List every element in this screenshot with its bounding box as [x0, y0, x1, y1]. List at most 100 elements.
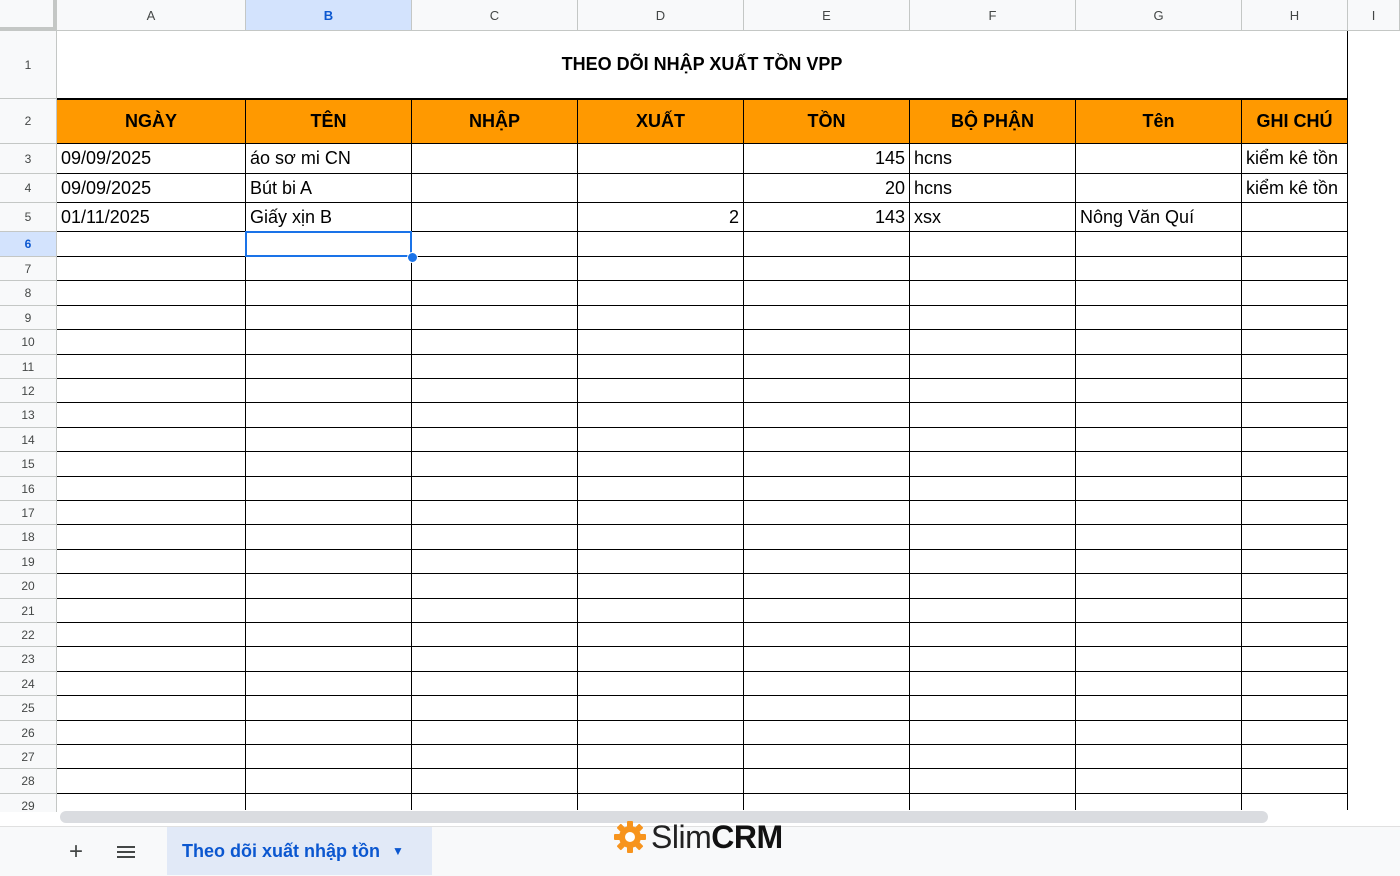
empty-cell[interactable]	[57, 355, 246, 379]
data-cell[interactable]	[1076, 174, 1242, 203]
data-cell[interactable]: 145	[744, 144, 910, 174]
empty-cell[interactable]	[744, 525, 910, 550]
spreadsheet-grid[interactable]: ABCDEFGHI 1 2 3 4 5 6 7 8 9 10 11 12 13 14 15 16 17 18 19 2…	[0, 0, 1400, 812]
header-cell[interactable]: NGÀY	[57, 99, 246, 144]
empty-cell[interactable]	[744, 599, 910, 623]
empty-cell[interactable]	[412, 721, 578, 745]
data-cell[interactable]: 09/09/2025	[57, 174, 246, 203]
empty-cell[interactable]	[246, 403, 412, 428]
column-header-g[interactable]: G	[1076, 0, 1242, 31]
empty-cell[interactable]	[744, 647, 910, 672]
empty-cell[interactable]	[744, 403, 910, 428]
empty-cell[interactable]	[412, 574, 578, 599]
empty-cell[interactable]	[1242, 745, 1348, 769]
empty-cell[interactable]	[1242, 672, 1348, 696]
empty-cell[interactable]	[1242, 403, 1348, 428]
empty-cell[interactable]	[246, 257, 412, 281]
data-cell[interactable]	[1076, 144, 1242, 174]
empty-cell[interactable]	[57, 330, 246, 355]
empty-cell[interactable]	[1242, 769, 1348, 794]
empty-cell[interactable]	[1242, 525, 1348, 550]
column-header-i[interactable]: I	[1348, 0, 1400, 31]
empty-cell[interactable]	[1242, 550, 1348, 574]
row-header-9[interactable]: 9	[0, 306, 57, 330]
empty-cell[interactable]	[910, 403, 1076, 428]
row-header-1[interactable]: 1	[0, 31, 57, 99]
empty-cell[interactable]	[57, 501, 246, 525]
empty-cell[interactable]	[910, 501, 1076, 525]
empty-cell[interactable]	[57, 281, 246, 306]
empty-cell[interactable]	[744, 672, 910, 696]
data-cell[interactable]: xsx	[910, 203, 1076, 232]
empty-cell[interactable]	[246, 452, 412, 477]
empty-cell[interactable]	[910, 477, 1076, 501]
empty-cell[interactable]	[57, 647, 246, 672]
sheet-tab[interactable]: Theo dõi xuất nhập tồn ▼	[167, 827, 432, 875]
empty-cell[interactable]	[57, 769, 246, 794]
add-sheet-button[interactable]: +	[56, 827, 96, 876]
empty-cell[interactable]	[910, 599, 1076, 623]
empty-cell[interactable]	[57, 306, 246, 330]
empty-cell[interactable]	[57, 745, 246, 769]
empty-cell[interactable]	[744, 769, 910, 794]
column-header-h[interactable]: H	[1242, 0, 1348, 31]
empty-cell[interactable]	[578, 257, 744, 281]
empty-cell[interactable]	[412, 525, 578, 550]
empty-cell[interactable]	[744, 281, 910, 306]
empty-cell[interactable]	[1242, 330, 1348, 355]
empty-cell[interactable]	[1076, 745, 1242, 769]
empty-cell[interactable]	[578, 477, 744, 501]
empty-cell[interactable]	[1242, 452, 1348, 477]
empty-cell[interactable]	[412, 452, 578, 477]
empty-cell[interactable]	[910, 355, 1076, 379]
empty-cell[interactable]	[412, 696, 578, 721]
empty-cell[interactable]	[57, 574, 246, 599]
empty-cell[interactable]	[910, 745, 1076, 769]
empty-cell[interactable]	[578, 330, 744, 355]
data-cell[interactable]: 01/11/2025	[57, 203, 246, 232]
empty-cell[interactable]	[910, 672, 1076, 696]
empty-cell[interactable]	[578, 403, 744, 428]
empty-cell[interactable]	[1242, 306, 1348, 330]
empty-cell[interactable]	[910, 769, 1076, 794]
data-cell[interactable]: Bút bi A	[246, 174, 412, 203]
empty-cell[interactable]	[57, 428, 246, 452]
empty-cell[interactable]	[412, 403, 578, 428]
column-header-f[interactable]: F	[910, 0, 1076, 31]
empty-cell[interactable]	[910, 330, 1076, 355]
header-cell[interactable]: TỒN	[744, 99, 910, 144]
empty-cell[interactable]	[246, 330, 412, 355]
data-cell[interactable]: Giấy xịn B	[246, 203, 412, 232]
empty-cell[interactable]	[910, 379, 1076, 403]
empty-cell[interactable]	[744, 623, 910, 647]
column-header-c[interactable]: C	[412, 0, 578, 31]
data-cell[interactable]	[412, 174, 578, 203]
all-sheets-button[interactable]	[106, 827, 146, 876]
sheet-title[interactable]: THEO DÕI NHẬP XUẤT TỒN VPP	[57, 31, 1348, 99]
empty-cell[interactable]	[1242, 281, 1348, 306]
empty-cell[interactable]	[744, 257, 910, 281]
empty-cell[interactable]	[744, 745, 910, 769]
empty-cell[interactable]	[412, 599, 578, 623]
row-header-20[interactable]: 20	[0, 574, 57, 599]
data-cell[interactable]: 20	[744, 174, 910, 203]
empty-cell[interactable]	[57, 257, 246, 281]
data-cell[interactable]: áo sơ mi CN	[246, 144, 412, 174]
empty-cell[interactable]	[578, 452, 744, 477]
empty-cell[interactable]	[910, 257, 1076, 281]
column-header-a[interactable]: A	[57, 0, 246, 31]
row-header-8[interactable]: 8	[0, 281, 57, 306]
empty-cell[interactable]	[246, 696, 412, 721]
empty-cell[interactable]	[744, 501, 910, 525]
row-header-3[interactable]: 3	[0, 144, 57, 174]
empty-cell[interactable]	[578, 599, 744, 623]
row-header-21[interactable]: 21	[0, 599, 57, 623]
empty-cell[interactable]	[1076, 403, 1242, 428]
select-all-corner[interactable]	[0, 0, 57, 31]
row-header-27[interactable]: 27	[0, 745, 57, 769]
empty-cell[interactable]	[246, 721, 412, 745]
empty-cell[interactable]	[412, 623, 578, 647]
row-header-14[interactable]: 14	[0, 428, 57, 452]
data-cell[interactable]: Nông Văn Quí	[1076, 203, 1242, 232]
empty-cell[interactable]	[246, 501, 412, 525]
